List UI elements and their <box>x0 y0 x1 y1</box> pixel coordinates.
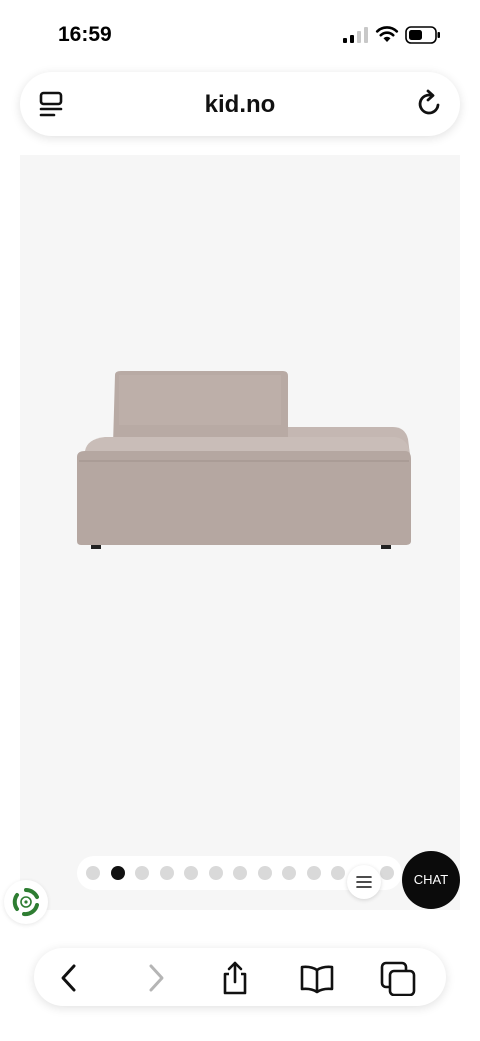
status-time: 16:59 <box>58 23 112 46</box>
chevron-left-icon[interactable] <box>52 960 88 996</box>
pagination-dot[interactable] <box>110 866 125 880</box>
cellular-signal-icon <box>343 27 368 43</box>
pagination-dot[interactable] <box>159 866 174 880</box>
address-bar[interactable]: kid.no <box>20 72 460 136</box>
chat-button[interactable]: CHAT <box>402 851 460 909</box>
reload-icon[interactable] <box>415 88 445 118</box>
pagination-dot[interactable] <box>86 866 100 880</box>
pagination-dot[interactable] <box>208 866 223 880</box>
battery-icon <box>405 26 440 44</box>
book-icon[interactable] <box>299 960 335 996</box>
browser-toolbar <box>34 948 446 1006</box>
pagination-dot[interactable] <box>135 866 149 880</box>
pagination-dot[interactable] <box>184 866 198 880</box>
product-image-gallery[interactable] <box>20 155 460 910</box>
status-bar: 16:59 <box>0 0 480 70</box>
url-text[interactable]: kid.no <box>20 91 460 119</box>
pagination-dot[interactable] <box>257 866 272 880</box>
pagination-dot[interactable] <box>306 866 321 880</box>
pagination-dot[interactable] <box>282 866 296 880</box>
phone-screen: 16:59 kid.no CHAT <box>0 0 480 1041</box>
tabs-icon[interactable] <box>380 960 416 996</box>
share-icon[interactable] <box>217 960 253 996</box>
menu-button[interactable] <box>347 865 381 899</box>
hamburger-menu-icon[interactable] <box>356 875 372 889</box>
recycle-badge[interactable] <box>4 880 48 924</box>
pagination-dot[interactable] <box>380 866 394 880</box>
pagination-dot[interactable] <box>331 866 345 880</box>
pagination-dot[interactable] <box>233 866 247 880</box>
sofa-product-image[interactable] <box>75 365 415 565</box>
recycle-icon <box>12 887 39 917</box>
chevron-right-icon[interactable] <box>137 960 173 996</box>
wifi-icon <box>375 26 399 42</box>
